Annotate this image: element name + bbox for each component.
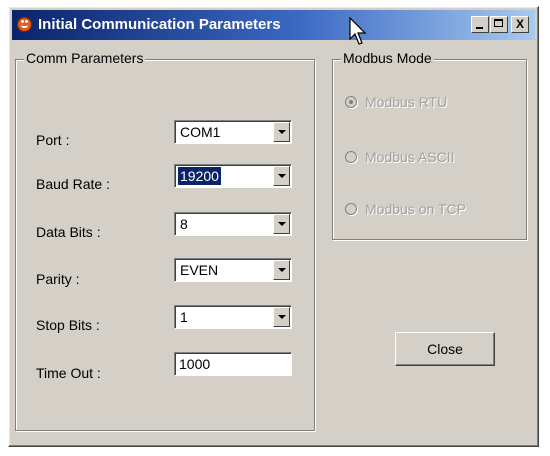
modbus-ascii-label: Modbus ASCII — [365, 149, 455, 165]
minimize-icon — [476, 27, 483, 29]
parity-value: EVEN — [180, 262, 219, 278]
parity-label: Parity : — [36, 271, 80, 287]
title-bar[interactable]: Initial Communication Parameters X — [12, 10, 535, 40]
maximize-icon — [494, 19, 503, 27]
port-dropdown[interactable]: COM1 — [174, 120, 292, 144]
close-icon: X — [515, 17, 524, 31]
time-out-input[interactable] — [174, 352, 292, 376]
baud-rate-label: Baud Rate : — [36, 176, 110, 192]
chevron-down-icon[interactable] — [273, 122, 290, 142]
stop-bits-dropdown[interactable]: 1 — [174, 305, 292, 329]
chevron-down-icon[interactable] — [273, 260, 290, 280]
minimize-button[interactable] — [471, 16, 489, 33]
modbus-rtu-label: Modbus RTU — [365, 94, 448, 110]
chevron-down-icon[interactable] — [273, 307, 290, 327]
chevron-down-icon[interactable] — [273, 214, 290, 234]
chevron-down-icon[interactable] — [273, 166, 290, 186]
stop-bits-value: 1 — [180, 309, 188, 325]
maximize-button[interactable] — [490, 16, 508, 33]
modbus-tcp-label: Modbus on TCP — [365, 201, 466, 217]
port-value: COM1 — [180, 124, 221, 140]
stop-bits-label: Stop Bits : — [36, 317, 100, 333]
data-bits-label: Data Bits : — [36, 224, 101, 240]
window-title: Initial Communication Parameters — [38, 16, 281, 33]
radio-button[interactable] — [345, 151, 357, 163]
data-bits-value: 8 — [180, 216, 188, 232]
parity-dropdown[interactable]: EVEN — [174, 258, 292, 282]
close-window-button[interactable]: X — [511, 16, 529, 33]
close-button[interactable]: Close — [395, 332, 495, 366]
port-label: Port : — [36, 132, 70, 148]
baud-rate-value: 19200 — [178, 167, 221, 185]
data-bits-dropdown[interactable]: 8 — [174, 212, 292, 236]
comm-parameters-legend: Comm Parameters — [24, 50, 146, 66]
radio-button[interactable] — [345, 203, 357, 215]
mouse-pointer-icon — [349, 17, 367, 45]
time-out-label: Time Out : — [36, 365, 101, 381]
baud-rate-dropdown[interactable]: 19200 — [174, 164, 292, 188]
modbus-mode-legend: Modbus Mode — [341, 50, 434, 66]
radio-button[interactable] — [345, 96, 357, 108]
app-icon — [17, 17, 32, 32]
